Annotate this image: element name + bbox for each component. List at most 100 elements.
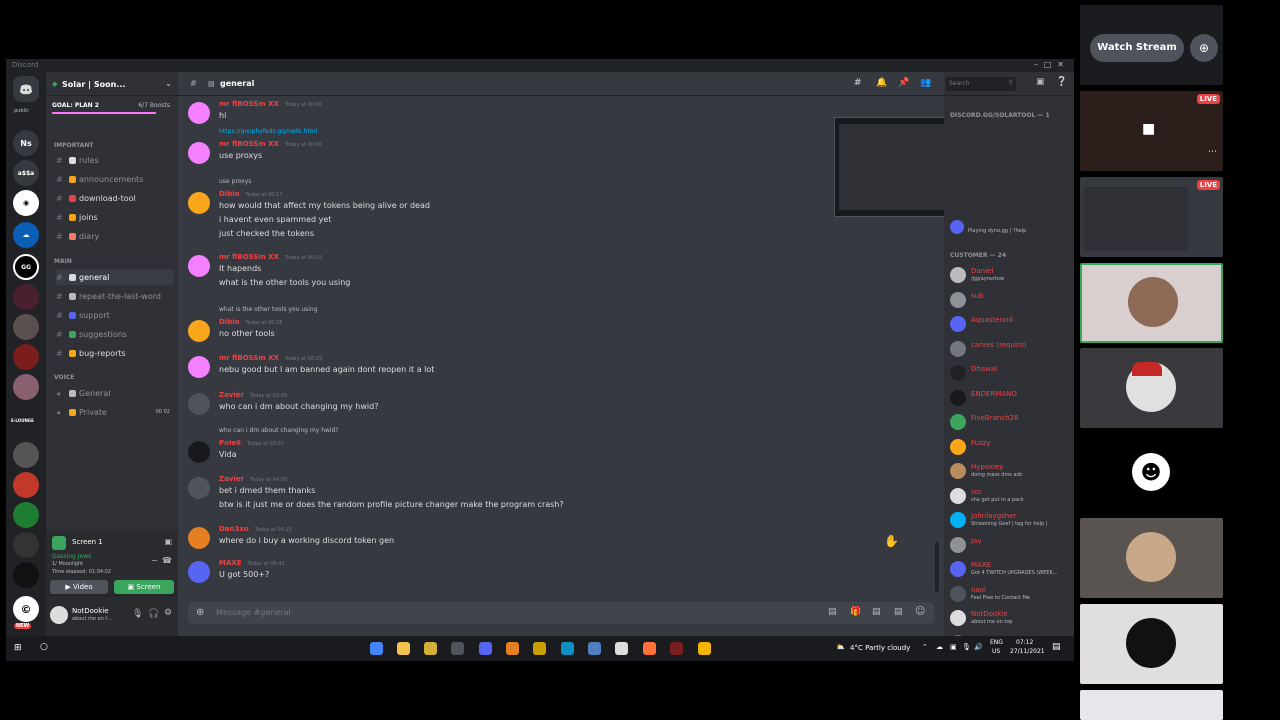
- app-icon-2[interactable]: [451, 642, 464, 655]
- reply-preview[interactable]: who can i dm about changing my hwid?: [219, 427, 339, 434]
- avatar[interactable]: [188, 192, 210, 214]
- author-name[interactable]: Pole6: [219, 439, 241, 447]
- sidebar-item-general[interactable]: ◂ General: [56, 385, 174, 401]
- avatar[interactable]: [188, 142, 210, 164]
- avatar[interactable]: [188, 356, 210, 378]
- bell-icon[interactable]: 🔔: [876, 78, 887, 88]
- popout-icon[interactable]: ▣: [164, 537, 172, 546]
- avatar[interactable]: [188, 320, 210, 342]
- guild-avatar-7[interactable]: [13, 502, 39, 528]
- message-author[interactable]: Pole6 Today at 03:55: [219, 439, 284, 447]
- message-author[interactable]: mr flBOSSm XX Today at 00:19: [219, 253, 322, 261]
- member-item[interactable]: ENDERMANO: [950, 387, 1072, 409]
- threads-icon[interactable]: #: [854, 78, 862, 88]
- avatar[interactable]: [188, 255, 210, 277]
- avatar[interactable]: [188, 441, 210, 463]
- sidebar-item-bug-reports[interactable]: # bug-reports: [56, 345, 174, 361]
- sidebar-item-announcements[interactable]: # announcements: [56, 171, 174, 187]
- participant-tile-4[interactable]: [1080, 348, 1223, 428]
- avatar[interactable]: [50, 606, 68, 624]
- message-author[interactable]: Zavier Today at 03:09: [219, 391, 287, 399]
- search-circle-icon[interactable]: ○: [40, 642, 48, 652]
- noise-suppression-icon[interactable]: ∽: [151, 556, 158, 565]
- notification-icon[interactable]: ▤: [1052, 642, 1061, 652]
- category-important[interactable]: IMPORTANT: [54, 142, 93, 149]
- participant-tile-7[interactable]: [1080, 604, 1223, 684]
- author-name[interactable]: Zavier: [219, 391, 244, 399]
- lang[interactable]: ENG: [990, 639, 1003, 646]
- member-item[interactable]: naol Feel Free to Contact Me: [950, 583, 1072, 605]
- member-item[interactable]: Jay: [950, 534, 1072, 556]
- sidebar-item-private[interactable]: ◂ Private 00 02: [56, 404, 174, 420]
- participant-tile-6[interactable]: [1080, 518, 1223, 598]
- author-name[interactable]: Zavier: [219, 475, 244, 483]
- participant-tile-1[interactable]: LIVE ■ ⋯: [1080, 91, 1223, 171]
- author-name[interactable]: Dibio: [219, 190, 239, 198]
- sidebar-item-rules[interactable]: # rules: [56, 152, 174, 168]
- popout-stream-icon[interactable]: ⊕: [1190, 34, 1218, 62]
- avatar[interactable]: [188, 102, 210, 124]
- author-name[interactable]: mr flBOSSm XX: [219, 140, 279, 148]
- guild-a55a[interactable]: a$$a: [13, 160, 39, 186]
- search-input[interactable]: Search ⚲: [946, 77, 1016, 91]
- windows-start-icon[interactable]: ⊞: [14, 643, 22, 653]
- chrome-icon[interactable]: [370, 642, 383, 655]
- guild-cloud-icon[interactable]: ☁: [13, 222, 39, 248]
- reply-preview[interactable]: use proxys: [219, 178, 251, 185]
- sidebar-item-joins[interactable]: # joins: [56, 209, 174, 225]
- member-item[interactable]: NotDookie about me on top: [950, 607, 1072, 629]
- screen-button[interactable]: ▣ Screen: [114, 580, 174, 594]
- help-icon[interactable]: ❔: [1056, 77, 1067, 87]
- add-attachment-icon[interactable]: ⊕: [196, 607, 204, 618]
- author-name[interactable]: Dan3xo: [219, 525, 249, 533]
- message-author[interactable]: Dibio Today at 00:17: [219, 190, 283, 198]
- member-item[interactable]: FiveBranch28: [950, 411, 1072, 433]
- author-name[interactable]: mr flBOSSm XX: [219, 100, 279, 108]
- guild-solar-icon[interactable]: ◉: [13, 190, 39, 216]
- boost-goal[interactable]: GOAL: PLAN 2 6/7 Boosts: [46, 96, 178, 118]
- message-author[interactable]: mr flBOSSm XX Today at 00:00: [219, 100, 322, 108]
- guild-avatar-6[interactable]: [13, 472, 39, 498]
- participant-tile-3[interactable]: [1080, 263, 1223, 343]
- app-icon-3[interactable]: [506, 642, 519, 655]
- category-main[interactable]: MAIN: [54, 258, 72, 265]
- window-controls[interactable]: –□✕: [1034, 60, 1070, 69]
- guild-avatar-2[interactable]: [13, 314, 39, 340]
- avatar[interactable]: [188, 561, 210, 583]
- category-voice[interactable]: VOICE: [54, 374, 74, 381]
- mic-icon[interactable]: 🎙: [132, 609, 143, 619]
- headphones-icon[interactable]: 🎧: [148, 609, 159, 619]
- member-item[interactable]: MAXE Got 4 TWITCH UPGRADES (WEEK...: [950, 558, 1072, 580]
- message-author[interactable]: mr flBOSSm XX Today at 00:29: [219, 354, 322, 362]
- author-name[interactable]: MAXE: [219, 559, 242, 567]
- chat-scrollbar[interactable]: [935, 542, 939, 592]
- watch-stream-tile[interactable]: Watch Stream ⊕: [1080, 5, 1223, 85]
- members-icon[interactable]: 👥: [920, 78, 931, 88]
- sidebar-item-support[interactable]: # support: [56, 307, 174, 323]
- member-item[interactable]: ixo she got put in a pack: [950, 485, 1072, 507]
- message-author[interactable]: MAXE Today at 06:42: [219, 559, 285, 567]
- guild-avatar-3[interactable]: [13, 344, 39, 370]
- inbox-icon[interactable]: ▣: [1036, 77, 1045, 87]
- member-item[interactable]: Johnlaygsher Streaming Geef | tag for hel…: [950, 509, 1072, 531]
- guild-avatar-4[interactable]: [13, 374, 39, 400]
- guild-avatar-9[interactable]: [13, 562, 39, 588]
- bot-avatar[interactable]: [950, 220, 964, 234]
- author-name[interactable]: mr flBOSSm XX: [219, 354, 279, 362]
- sticker-icon[interactable]: ▤: [894, 607, 903, 617]
- clock-date[interactable]: 27/11/2021: [1010, 648, 1045, 655]
- message-author[interactable]: mr flBOSSm XX Today at 00:06: [219, 140, 322, 148]
- more-icon[interactable]: ⋯: [1208, 147, 1217, 157]
- server-header[interactable]: ◆ Solar | Soon... ⌄: [46, 72, 178, 96]
- guild-lounge[interactable]: E-LOUNGE: [11, 418, 34, 423]
- watch-stream-button[interactable]: Watch Stream: [1090, 34, 1184, 62]
- message-author[interactable]: Dibio Today at 00:26: [219, 318, 283, 326]
- gift-icon[interactable]: 🎁: [850, 607, 861, 617]
- sidebar-item-repeat-the-last-word[interactable]: # repeat-the-last-word: [56, 288, 174, 304]
- member-item[interactable]: Fuzzy: [950, 436, 1072, 458]
- app-icon-4[interactable]: [533, 642, 546, 655]
- translate-icon[interactable]: ▤: [828, 607, 837, 617]
- app-icon-1[interactable]: [424, 642, 437, 655]
- avatar[interactable]: [188, 527, 210, 549]
- tray-chevron-icon[interactable]: ⌃: [922, 643, 928, 651]
